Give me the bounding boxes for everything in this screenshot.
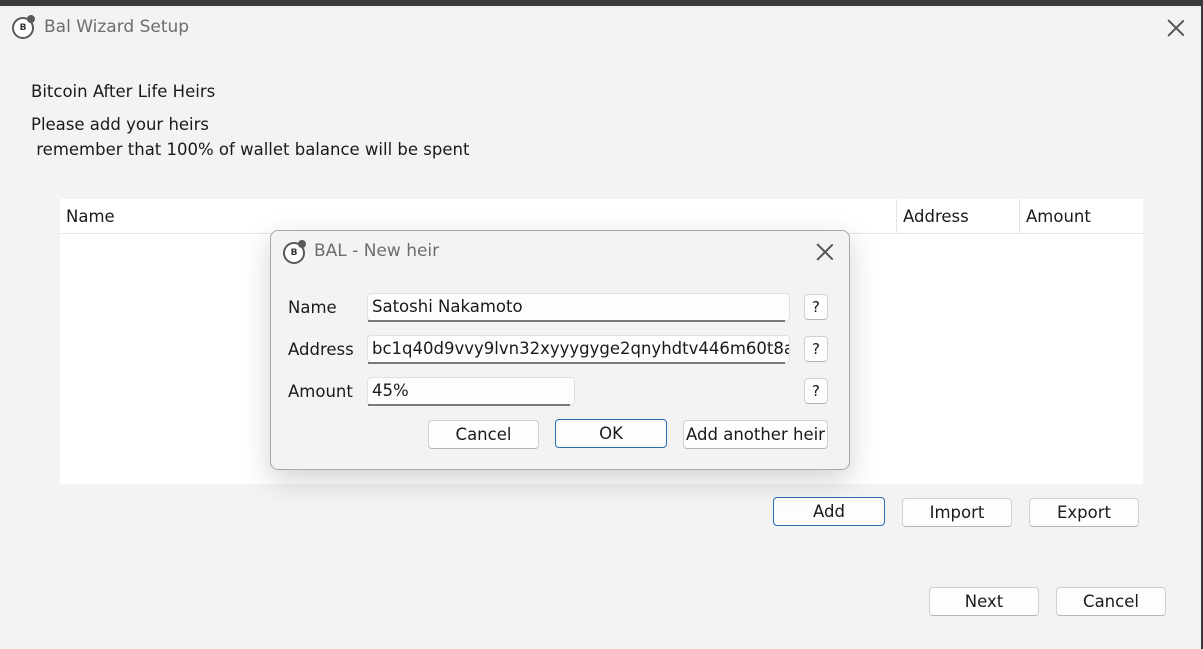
add-button[interactable]: Add bbox=[773, 497, 885, 526]
table-header: Name Address Amount bbox=[60, 199, 1143, 234]
instruction-line-1: Please add your heirs bbox=[31, 115, 210, 134]
add-another-heir-button[interactable]: Add another heir bbox=[683, 420, 828, 449]
bal-logo-icon: B bbox=[283, 240, 306, 264]
import-button[interactable]: Import bbox=[902, 498, 1012, 527]
dialog-ok-button[interactable]: OK bbox=[555, 419, 667, 448]
dialog-title: BAL - New heir bbox=[314, 241, 440, 261]
bal-logo-icon: B bbox=[12, 15, 35, 39]
name-input[interactable]: Satoshi Nakamoto bbox=[367, 293, 790, 321]
next-button[interactable]: Next bbox=[929, 587, 1039, 616]
column-header-name[interactable]: Name bbox=[60, 199, 896, 234]
column-header-amount[interactable]: Amount bbox=[1019, 199, 1143, 234]
amount-input[interactable]: 45% bbox=[367, 377, 575, 405]
instruction-line-2: remember that 100% of wallet balance wil… bbox=[31, 140, 470, 159]
address-input[interactable]: bc1q40d9vvy9lvn32xyyygyge2qnyhdtv446m60t… bbox=[367, 335, 790, 363]
name-input-underline bbox=[368, 320, 785, 322]
amount-input-underline bbox=[368, 404, 570, 406]
amount-help-button[interactable]: ? bbox=[804, 378, 828, 404]
address-help-button[interactable]: ? bbox=[804, 336, 828, 362]
title-bar: B Bal Wizard Setup bbox=[0, 6, 1201, 50]
cancel-button[interactable]: Cancel bbox=[1056, 587, 1166, 616]
dialog-close-icon[interactable] bbox=[815, 242, 835, 262]
address-input-underline bbox=[368, 362, 785, 364]
close-icon[interactable] bbox=[1166, 18, 1186, 38]
dialog-cancel-button[interactable]: Cancel bbox=[428, 420, 539, 449]
name-label: Name bbox=[288, 298, 337, 317]
amount-label: Amount bbox=[288, 382, 353, 401]
column-header-address[interactable]: Address bbox=[896, 199, 1019, 234]
name-help-button[interactable]: ? bbox=[804, 294, 828, 320]
address-label: Address bbox=[288, 340, 354, 359]
new-heir-dialog: B BAL - New heir Name Satoshi Nakamoto ?… bbox=[270, 230, 850, 470]
window-title: Bal Wizard Setup bbox=[44, 17, 190, 37]
export-button[interactable]: Export bbox=[1029, 498, 1139, 527]
wizard-heading: Bitcoin After Life Heirs bbox=[31, 82, 216, 101]
